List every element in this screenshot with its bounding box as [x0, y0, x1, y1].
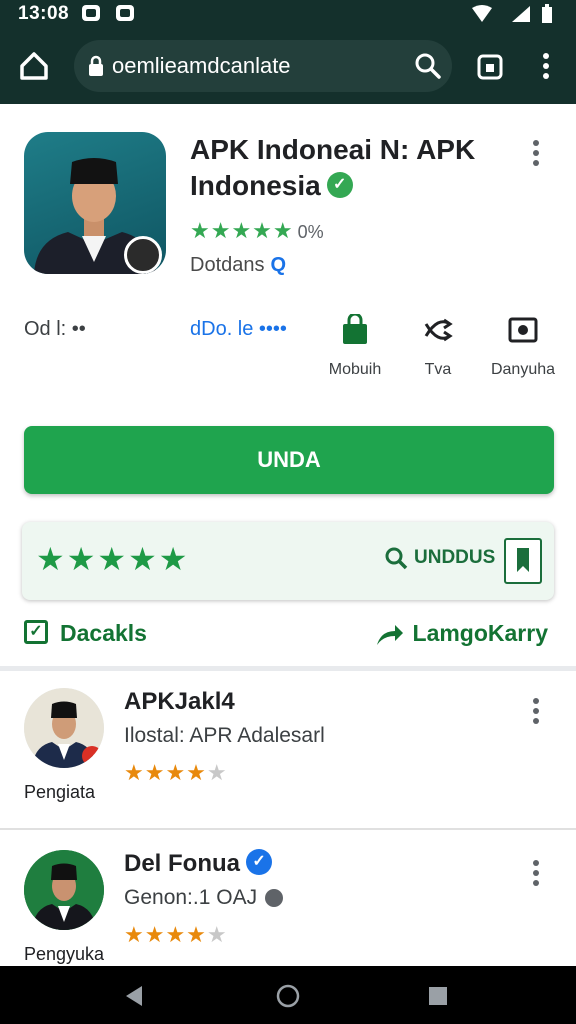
wifi-icon	[472, 5, 492, 22]
list-item-caption: Pengyuka	[24, 944, 105, 964]
verified-icon: ✓	[246, 848, 273, 875]
address-bar[interactable]: oemlieamdcanlate	[74, 40, 452, 92]
developer-name[interactable]: Dotdans	[190, 254, 265, 276]
notification-icon	[82, 5, 100, 21]
list-item-subtitle-text: Genon:.1 OAJ	[124, 886, 258, 909]
avatar	[24, 688, 104, 768]
system-nav-bar	[0, 966, 576, 1024]
rate-stars[interactable]: ★★★★★	[36, 540, 189, 578]
lock-icon	[89, 55, 103, 76]
list-item-subtitle: Ilostal: APR Adalesarl	[124, 724, 325, 747]
list-item-title: Del Fonua ✓	[124, 848, 273, 878]
battery-icon	[542, 4, 552, 23]
rating-card: ★★★★★ UNDDUS	[22, 522, 554, 600]
meta-info-left: Od l: ••	[24, 318, 86, 340]
stars-empty: ★	[206, 922, 228, 947]
status-time: 13:08	[18, 3, 70, 24]
action-label: Mobuih	[328, 361, 382, 378]
person-avatar-icon	[24, 850, 104, 930]
developer-icon: Q	[270, 254, 287, 276]
home-icon[interactable]	[16, 48, 52, 84]
overflow-menu-icon[interactable]	[530, 50, 562, 82]
search-icon[interactable]	[414, 52, 442, 80]
action-danyuha[interactable]: Danyuha	[478, 314, 568, 379]
shuffle-icon	[424, 318, 453, 342]
list-divider	[0, 828, 576, 830]
action-label: Danyuha	[490, 361, 556, 378]
info-icon	[265, 889, 284, 908]
badge-icon	[124, 236, 162, 274]
bookmark-icon[interactable]	[504, 538, 542, 584]
image-frame-icon	[508, 317, 538, 343]
share-label: LamgoKarry	[412, 620, 548, 646]
browser-toolbar: oemlieamdcanlate	[0, 28, 576, 104]
share-tab-icon[interactable]	[474, 50, 506, 82]
stars-filled: ★★★★	[124, 760, 207, 785]
url-text: oemlieamdcanlate	[112, 53, 291, 78]
checkbox-icon: ✓	[24, 619, 48, 644]
section-divider	[0, 666, 576, 671]
message-icon	[116, 5, 134, 21]
app-more-icon[interactable]	[524, 138, 548, 168]
app-title: APK Indoneai N: APK Indonesia ✓	[190, 132, 510, 204]
verified-icon: ✓	[326, 171, 353, 198]
rating-text: 0%	[297, 222, 324, 242]
app-detail-section: APK Indoneai N: APK Indonesia ✓ ★★★★★ 0% D…	[0, 104, 576, 664]
install-button[interactable]: UNDA	[24, 426, 554, 494]
list-item-subtitle: Genon:.1 OAJ	[124, 886, 284, 910]
back-icon[interactable]	[122, 984, 146, 1008]
list-item-caption: Pengiata	[24, 782, 96, 802]
details-link[interactable]: ✓ Dacakls	[24, 619, 147, 647]
rating-stars: ★★★★★	[190, 218, 294, 243]
share-link[interactable]: LamgoKarry	[375, 620, 548, 647]
action-label: Tva	[424, 361, 452, 378]
list-item-title: APKJakl4	[124, 688, 235, 715]
developer-row[interactable]: Dotdans Q	[190, 254, 286, 277]
stars-filled: ★★★★	[124, 922, 207, 947]
share-arrow-icon	[376, 624, 403, 645]
details-label: Dacakls	[60, 620, 147, 646]
list-item-more-icon[interactable]	[524, 696, 548, 726]
app-rating: ★★★★★ 0%	[190, 218, 324, 244]
recents-icon[interactable]	[426, 984, 450, 1008]
download-link[interactable]: UNDDUS	[384, 546, 495, 570]
shopping-bag-icon	[343, 312, 367, 344]
app-icon	[24, 132, 166, 274]
list-item-stars: ★★★★★	[124, 760, 228, 786]
download-label: UNDDUS	[414, 547, 496, 569]
avatar	[24, 850, 104, 930]
meta-info-mid: dDo. le ••••	[190, 318, 287, 340]
search-download-icon	[385, 547, 408, 570]
action-tva[interactable]: Tva	[393, 314, 483, 379]
person-avatar-icon	[24, 688, 104, 768]
list-item-more-icon[interactable]	[524, 858, 548, 888]
home-circle-icon[interactable]	[276, 984, 300, 1008]
action-mobuih[interactable]: Mobuih	[310, 312, 400, 379]
stars-empty: ★	[206, 760, 228, 785]
signal-icon	[512, 6, 530, 22]
list-item[interactable]: Pengyuka Del Fonua ✓ Genon:.1 OAJ ★★★★★	[0, 834, 576, 984]
list-item-title-text: Del Fonua	[124, 850, 241, 877]
list-item[interactable]: Pengiata APKJakl4 Ilostal: APR Adalesarl…	[0, 672, 576, 822]
status-bar: 13:08	[0, 0, 576, 28]
list-item-stars: ★★★★★	[124, 922, 228, 948]
